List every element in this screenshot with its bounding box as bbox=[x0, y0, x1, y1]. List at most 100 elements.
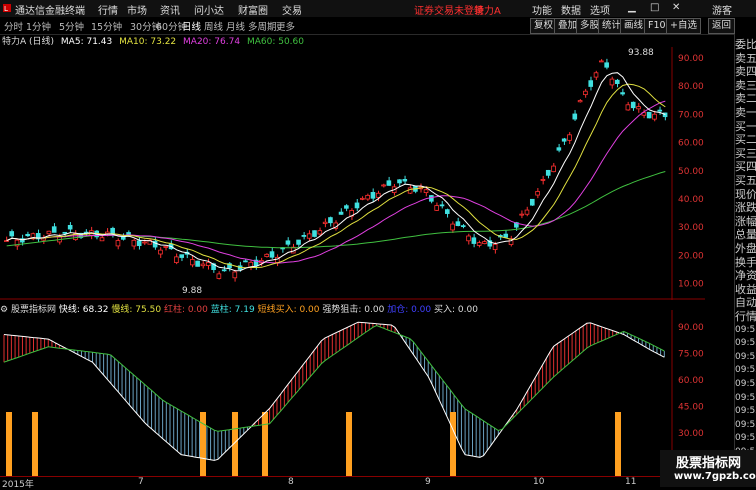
maximize-button[interactable]: □ bbox=[650, 2, 659, 13]
candle-body bbox=[545, 169, 551, 176]
candle-body bbox=[556, 147, 562, 151]
menu-hangqing[interactable]: 行情 bbox=[98, 2, 118, 17]
candle-body bbox=[115, 240, 121, 247]
period-multi[interactable]: 多周期 bbox=[248, 19, 277, 33]
candle-body bbox=[322, 221, 328, 224]
sidebar-item-16[interactable]: 换手 bbox=[735, 256, 756, 269]
back-button[interactable]: 返回 bbox=[708, 18, 736, 34]
period-monthly[interactable]: 月线 bbox=[226, 19, 245, 33]
sidebar-item-13[interactable]: 涨幅 bbox=[735, 215, 756, 228]
sidebar-item-17[interactable]: 净资 bbox=[735, 269, 756, 282]
sidebar-item-28[interactable]: 09:52 bbox=[735, 419, 756, 432]
watermark-cn: 股票指标网 bbox=[676, 456, 742, 471]
draw-line-button[interactable]: 画线 bbox=[620, 18, 648, 34]
sidebar-item-19[interactable]: 自动 bbox=[735, 296, 756, 309]
candle-body bbox=[646, 111, 652, 119]
add-watchlist-button[interactable]: +自选 bbox=[666, 18, 701, 34]
watermark-url: www.7gpzb.com bbox=[674, 471, 756, 482]
menu-xuanxiang[interactable]: 选项 bbox=[590, 2, 610, 17]
menu-caifuquan[interactable]: 财富圈 bbox=[238, 2, 268, 17]
candle-body bbox=[503, 233, 509, 238]
svg-text:L: L bbox=[4, 5, 8, 13]
candle-body bbox=[51, 226, 57, 233]
candle-body bbox=[4, 240, 9, 243]
candle-body bbox=[365, 194, 370, 200]
candle-body bbox=[423, 189, 429, 194]
candle-body bbox=[190, 259, 195, 266]
sidebar-item-27[interactable]: 09:52 bbox=[735, 405, 756, 418]
period-daily[interactable]: 日线 bbox=[182, 19, 201, 33]
sidebar-item-22[interactable]: 09:52 bbox=[735, 337, 756, 350]
sidebar-item-12[interactable]: 涨跌 bbox=[735, 201, 756, 214]
sidebar-item-6[interactable]: 买一 bbox=[735, 120, 756, 133]
sidebar-item-24[interactable]: 09:52 bbox=[735, 364, 756, 377]
sidebar-item-23[interactable]: 09:52 bbox=[735, 351, 756, 364]
ind-y-tick-3: 45.00 bbox=[678, 403, 704, 413]
indicator-chart[interactable]: 90.0075.0060.0045.0030.0015.00 bbox=[0, 310, 705, 476]
sidebar-item-10[interactable]: 买五 bbox=[735, 174, 756, 187]
period-weekly[interactable]: 周线 bbox=[204, 19, 223, 33]
sidebar-item-8[interactable]: 买三 bbox=[735, 147, 756, 160]
period-15min[interactable]: 15分钟 bbox=[91, 19, 122, 33]
menu-shuju[interactable]: 数据 bbox=[561, 2, 581, 17]
sidebar-item-4[interactable]: 卖二 bbox=[735, 92, 756, 105]
candle-body bbox=[110, 227, 115, 235]
sidebar-item-9[interactable]: 买四 bbox=[735, 160, 756, 173]
fuquan-button[interactable]: 复权 bbox=[530, 18, 558, 34]
period-5min[interactable]: 5分钟 bbox=[59, 19, 84, 33]
sidebar-item-7[interactable]: 买二 bbox=[735, 133, 756, 146]
candle-body bbox=[604, 62, 609, 68]
candle-body bbox=[482, 241, 487, 245]
period-1min[interactable]: 1分钟 bbox=[26, 19, 51, 33]
sidebar-item-2[interactable]: 卖四 bbox=[735, 65, 756, 78]
sidebar-item-15[interactable]: 外盘 bbox=[735, 242, 756, 255]
candlestick-chart[interactable]: 93.88 9.88 90.00 80.00 70.00 60.00 50.00 40.0… bbox=[0, 47, 705, 300]
candle-body bbox=[652, 113, 657, 120]
sidebar-item-5[interactable]: 卖一 bbox=[735, 106, 756, 119]
stock-period-label: 特力A (日线) bbox=[2, 37, 55, 47]
sidebar-item-26[interactable]: 09:52 bbox=[735, 392, 756, 405]
period-fenshi[interactable]: 分时 bbox=[4, 19, 23, 33]
close-button[interactable]: ✕ bbox=[672, 2, 680, 13]
candle-body bbox=[540, 179, 546, 181]
sidebar-item-3[interactable]: 卖三 bbox=[735, 79, 756, 92]
candle-body bbox=[158, 249, 163, 255]
candle-body bbox=[375, 192, 381, 198]
menu-gongneng[interactable]: 功能 bbox=[532, 2, 552, 17]
period-more[interactable]: 更多 bbox=[276, 19, 295, 33]
ma20-value: MA20: 76.74 bbox=[183, 37, 241, 47]
sidebar-item-11[interactable]: 现价 bbox=[735, 188, 756, 201]
sidebar-item-29[interactable]: 09:52 bbox=[735, 432, 756, 445]
minimize-button[interactable]: ▁ bbox=[628, 2, 636, 13]
buy-signal-bar bbox=[200, 412, 206, 476]
sidebar-item-20[interactable]: 行情 bbox=[735, 310, 756, 323]
candle-body bbox=[370, 192, 376, 199]
ma5-value: MA5: 71.43 bbox=[60, 37, 113, 47]
sidebar-item-1[interactable]: 卖五 bbox=[735, 52, 756, 65]
sidebar-item-0[interactable]: 委比 bbox=[735, 38, 756, 51]
candle-body bbox=[386, 180, 392, 186]
sidebar-item-21[interactable]: 09:51 bbox=[735, 324, 756, 337]
menu-shichang[interactable]: 市场 bbox=[127, 2, 147, 17]
candle-body bbox=[434, 205, 439, 211]
candle-body bbox=[593, 72, 599, 78]
sidebar-item-25[interactable]: 09:52 bbox=[735, 378, 756, 391]
candle-body bbox=[179, 254, 185, 258]
candle-body bbox=[551, 165, 556, 173]
x-label-7: 7 bbox=[138, 477, 144, 487]
candle-body bbox=[285, 240, 291, 245]
candle-body bbox=[163, 246, 169, 248]
x-label-2015: 2015年 bbox=[2, 480, 34, 490]
candle-body bbox=[620, 92, 625, 95]
menu-jiaoyi[interactable]: 交易 bbox=[282, 2, 302, 17]
user-label[interactable]: 游客 bbox=[712, 2, 732, 17]
menu-wenxiaoda[interactable]: 问小达 bbox=[194, 2, 224, 17]
menu-zixun[interactable]: 资讯 bbox=[160, 2, 180, 17]
sidebar-item-14[interactable]: 总量 bbox=[735, 228, 756, 241]
candle-body bbox=[306, 233, 312, 239]
candle-body bbox=[317, 230, 323, 235]
sidebar-item-18[interactable]: 收益 bbox=[735, 283, 756, 296]
ind-y-tick-4: 30.00 bbox=[678, 429, 704, 439]
candle-body bbox=[200, 263, 206, 267]
title-bar: L 通达信金融终端 行情 市场 资讯 问小达 财富圈 交易 证券交易未登录 特力… bbox=[0, 0, 756, 18]
